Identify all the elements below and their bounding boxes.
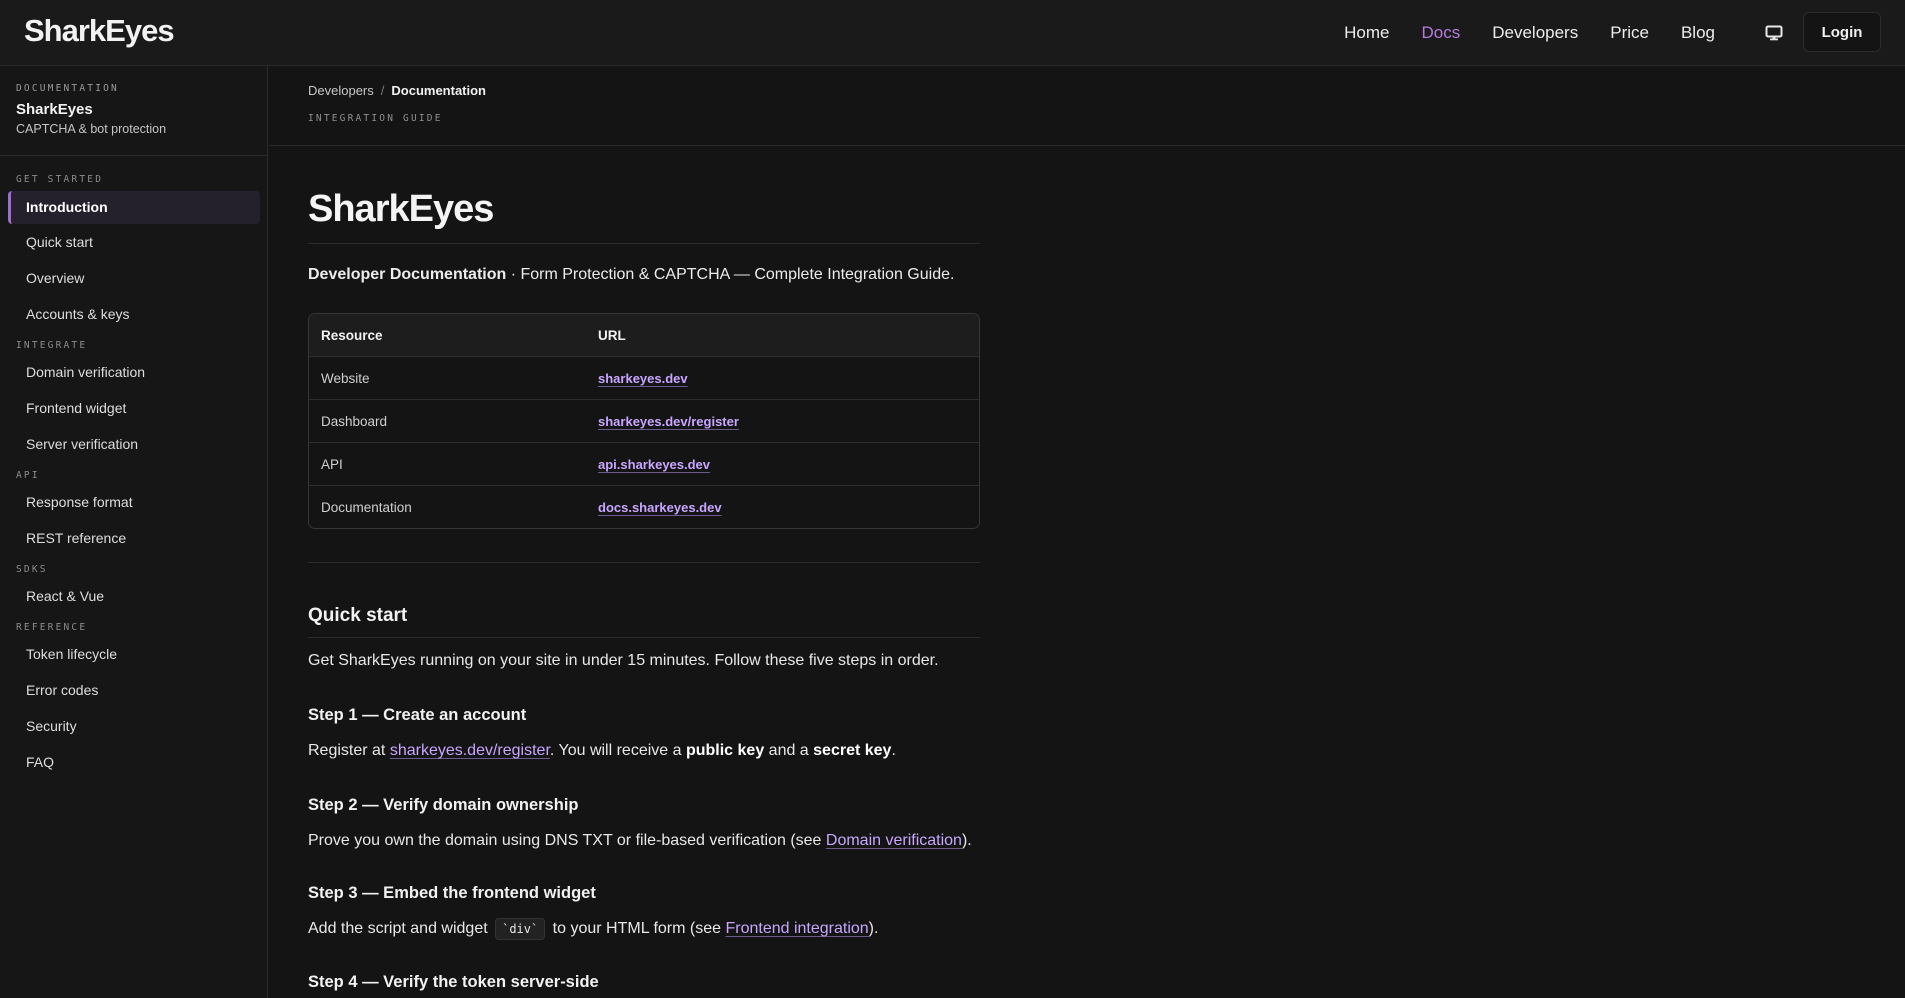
- dashboard-link[interactable]: sharkeyes.dev/register: [598, 414, 739, 429]
- step-1-text-part: and a: [764, 742, 814, 759]
- page-kicker: INTEGRATION GUIDE: [308, 113, 443, 124]
- lead-bold: Developer Documentation: [308, 266, 507, 283]
- logo[interactable]: SharkEyes: [24, 13, 175, 49]
- section-divider: [308, 562, 980, 563]
- sidebar-item-accounts-keys[interactable]: Accounts & keys: [8, 298, 260, 331]
- step-1-text-part: Register at: [308, 742, 390, 759]
- step-2-text-part: Prove you own the domain using DNS TXT o…: [308, 832, 826, 849]
- url-cell: api.sharkeyes.dev: [586, 442, 979, 485]
- breadcrumb-developers[interactable]: Developers: [308, 83, 374, 98]
- resource-cell: Documentation: [309, 485, 586, 528]
- monitor-icon[interactable]: [1762, 21, 1786, 45]
- step-2-text-part: ).: [961, 832, 972, 849]
- sidebar-section-get-started: GET STARTED: [16, 174, 104, 185]
- documentation-link[interactable]: docs.sharkeyes.dev: [598, 500, 722, 515]
- resources-table: Resource URL Website sharkeyes.dev Dashb…: [308, 313, 980, 529]
- sidebar-title: SharkEyes: [16, 101, 93, 118]
- sidebar-kicker: DOCUMENTATION: [16, 83, 119, 94]
- url-cell: docs.sharkeyes.dev: [586, 485, 979, 528]
- frontend-integration-link[interactable]: Frontend integration: [725, 920, 868, 937]
- quick-start-heading: Quick start: [308, 605, 408, 626]
- breadcrumb: Developers / Documentation: [308, 83, 1905, 98]
- step-1-text-part: . You will receive a: [549, 742, 686, 759]
- step-3-text-part: ).: [868, 920, 879, 937]
- breadcrumb-separator: /: [380, 83, 385, 98]
- table-row: Documentation docs.sharkeyes.dev: [309, 485, 979, 528]
- sidebar-item-quick-start[interactable]: Quick start: [8, 226, 260, 259]
- secret-key-term: secret key: [813, 742, 892, 759]
- code-snippet: `div`: [495, 918, 546, 940]
- sidebar-item-faq[interactable]: FAQ: [8, 746, 260, 779]
- main-content: Developers / Documentation INTEGRATION G…: [269, 66, 1905, 998]
- sidebar-item-overview[interactable]: Overview: [8, 262, 260, 295]
- step-2-text: Prove you own the domain using DNS TXT o…: [308, 832, 980, 854]
- lead-text: · Form Protection & CAPTCHA — Complete I…: [506, 266, 955, 283]
- public-key-term: public key: [685, 742, 765, 759]
- sidebar-header: DOCUMENTATION SharkEyes CAPTCHA & bot pr…: [0, 66, 267, 156]
- login-button[interactable]: Login: [1803, 12, 1881, 52]
- nav-home[interactable]: Home: [1344, 23, 1389, 43]
- sidebar-item-domain-verification[interactable]: Domain verification: [8, 356, 260, 389]
- resource-cell: Dashboard: [309, 399, 586, 442]
- breadcrumb-bar: Developers / Documentation INTEGRATION G…: [269, 66, 1905, 146]
- quick-start-intro: Get SharkEyes running on your site in un…: [308, 652, 939, 669]
- table-row: API api.sharkeyes.dev: [309, 442, 979, 485]
- sidebar-subtitle: CAPTCHA & bot protection: [16, 122, 167, 136]
- heading-underline: [308, 637, 980, 638]
- sidebar-item-error-codes[interactable]: Error codes: [8, 674, 260, 707]
- step-2-heading: Step 2 — Verify domain ownership: [308, 796, 579, 814]
- column-header-url: URL: [586, 314, 979, 356]
- step-3-text: Add the script and widget `div` to your …: [308, 918, 980, 942]
- sidebar-item-token-lifecycle[interactable]: Token lifecycle: [8, 638, 260, 671]
- article: SharkEyes Developer Documentation · Form…: [308, 146, 980, 995]
- register-link[interactable]: sharkeyes.dev/register: [390, 742, 550, 759]
- table-row: Website sharkeyes.dev: [309, 356, 979, 399]
- sidebar-section-sdks: SDKS: [16, 564, 48, 575]
- nav-developers[interactable]: Developers: [1492, 23, 1578, 43]
- nav-blog[interactable]: Blog: [1681, 23, 1715, 43]
- resource-cell: Website: [309, 356, 586, 399]
- table-header-row: Resource URL: [309, 314, 979, 356]
- sidebar-item-frontend-widget[interactable]: Frontend widget: [8, 392, 260, 425]
- main-nav: Home Docs Developers Price Blog: [1344, 0, 1715, 66]
- sidebar-item-rest-reference[interactable]: REST reference: [8, 522, 260, 555]
- top-navbar: SharkEyes Home Docs Developers Price Blo…: [0, 0, 1905, 66]
- sidebar-item-server-verification[interactable]: Server verification: [8, 428, 260, 461]
- title-divider: [308, 243, 980, 244]
- sidebar-item-introduction[interactable]: Introduction: [8, 191, 260, 224]
- column-header-resource: Resource: [309, 314, 586, 356]
- api-link[interactable]: api.sharkeyes.dev: [598, 457, 710, 472]
- table-row: Dashboard sharkeyes.dev/register: [309, 399, 979, 442]
- step-4-heading: Step 4 — Verify the token server-side: [308, 973, 599, 991]
- step-3-heading: Step 3 — Embed the frontend widget: [308, 884, 596, 902]
- step-3-text-part: to your HTML form (see: [548, 920, 726, 937]
- nav-docs[interactable]: Docs: [1422, 23, 1461, 43]
- sidebar-item-react-vue[interactable]: React & Vue: [8, 580, 260, 613]
- sidebar-section-integrate: INTEGRATE: [16, 340, 88, 351]
- website-link[interactable]: sharkeyes.dev: [598, 371, 688, 386]
- step-1-text-part: .: [891, 742, 896, 759]
- breadcrumb-current: Documentation: [391, 83, 487, 98]
- nav-price[interactable]: Price: [1610, 23, 1649, 43]
- sidebar-item-security[interactable]: Security: [8, 710, 260, 743]
- resource-cell: API: [309, 442, 586, 485]
- domain-verification-link[interactable]: Domain verification: [826, 832, 962, 849]
- docs-sidebar: DOCUMENTATION SharkEyes CAPTCHA & bot pr…: [0, 66, 268, 998]
- sidebar-section-api: API: [16, 470, 40, 481]
- url-cell: sharkeyes.dev: [586, 356, 979, 399]
- step-1-heading: Step 1 — Create an account: [308, 706, 527, 724]
- url-cell: sharkeyes.dev/register: [586, 399, 979, 442]
- step-1-text: Register at sharkeyes.dev/register. You …: [308, 742, 980, 764]
- lead-paragraph: Developer Documentation · Form Protectio…: [308, 266, 980, 288]
- page-title: SharkEyes: [308, 188, 494, 230]
- step-3-text-part: Add the script and widget: [308, 920, 493, 937]
- sidebar-item-response-format[interactable]: Response format: [8, 486, 260, 519]
- sidebar-section-reference: REFERENCE: [16, 622, 88, 633]
